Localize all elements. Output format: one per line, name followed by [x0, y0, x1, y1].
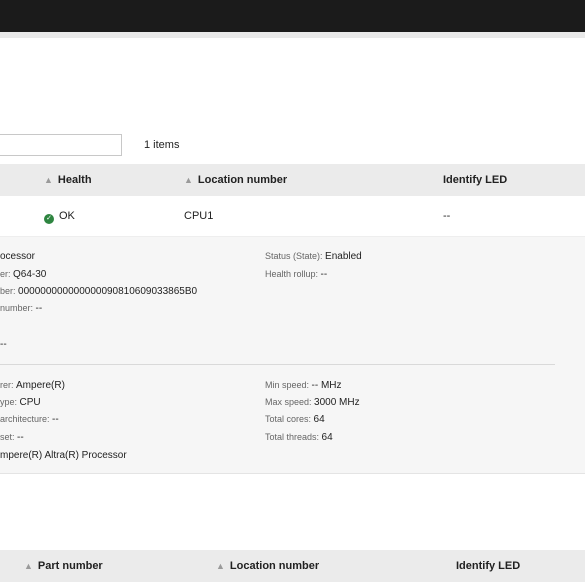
column-header-location-number[interactable]: ▲︎ Location number — [184, 164, 287, 196]
detail-part-number: number: -- — [0, 303, 43, 314]
column-header-identify-led: Identify LED — [456, 560, 521, 572]
details-divider — [0, 364, 555, 365]
detail-manufacturer: rer: Ampere(R) — [0, 380, 65, 391]
table-row[interactable]: ✓ OK CPU1 -- — [0, 196, 585, 237]
top-bar-divider — [0, 32, 585, 38]
filter-input[interactable] — [0, 134, 122, 156]
detail-version: mpere(R) Altra(R) Processor — [0, 450, 127, 461]
column-header-identify-led: Identify LED — [443, 174, 508, 186]
detail-min-speed: Min speed: -- MHz — [265, 380, 342, 391]
detail-instruction-set: set: -- — [0, 432, 24, 443]
check-circle-icon: ✓ — [44, 214, 54, 224]
detail-serial-number: ber: 000000000000000090810609033865B0 — [0, 286, 198, 297]
detail-health-rollup: Health rollup: -- — [265, 269, 328, 280]
column-header-location-number[interactable]: ▲︎ Location number — [216, 550, 319, 582]
table-header: ▲︎ Health ▲︎ Location number Identify LED — [0, 164, 585, 196]
items-count: 1 items — [144, 139, 180, 151]
detail-total-cores: Total cores: 64 — [265, 414, 325, 425]
detail-architecture: architecture: -- — [0, 414, 59, 425]
identify-led-cell: -- — [443, 210, 451, 222]
column-header-part-number[interactable]: ▲︎ Part number — [24, 550, 103, 582]
sort-icon[interactable]: ▲︎ — [216, 561, 225, 571]
detail-status-state: Status (State): Enabled — [265, 251, 362, 262]
table-header-2: ▲︎ Part number ▲︎ Location number Identify… — [0, 550, 585, 582]
top-bar — [0, 0, 585, 32]
detail-total-threads: Total threads: 64 — [265, 432, 333, 443]
detail-model: er: Q64-30 — [0, 269, 47, 280]
sort-icon[interactable]: ▲︎ — [24, 561, 33, 571]
detail-name: ocessor — [0, 251, 36, 262]
health-cell: ✓ OK — [44, 196, 75, 236]
detail-extra: -- — [0, 339, 7, 350]
row-details-panel: ocessor er: Q64-30 ber: 0000000000000000… — [0, 237, 585, 474]
column-header-health[interactable]: ▲︎ Health — [44, 164, 92, 196]
detail-processor-type: ype: CPU — [0, 397, 41, 408]
sort-icon[interactable]: ▲︎ — [184, 175, 193, 185]
sort-icon[interactable]: ▲︎ — [44, 175, 53, 185]
location-cell: CPU1 — [184, 210, 214, 222]
detail-max-speed: Max speed: 3000 MHz — [265, 397, 360, 408]
